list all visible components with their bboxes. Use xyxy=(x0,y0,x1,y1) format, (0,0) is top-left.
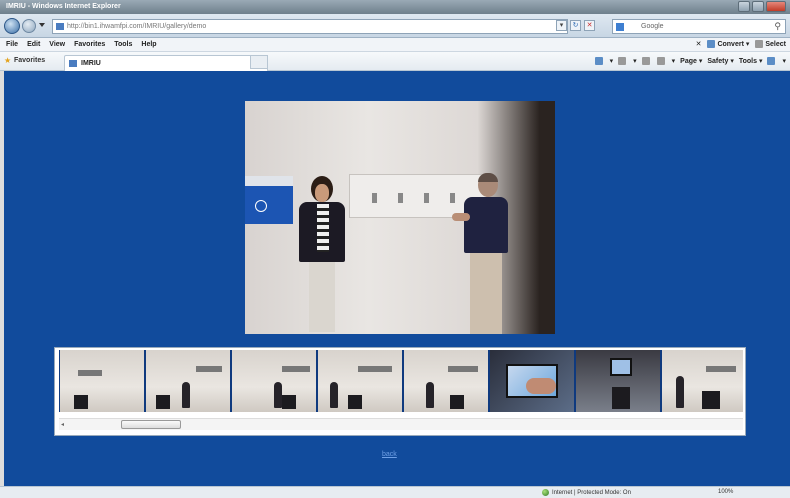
thumbnail-strip xyxy=(59,350,743,412)
tab-favicon-icon xyxy=(69,60,77,67)
person-left xyxy=(297,176,349,334)
thumbnail[interactable] xyxy=(490,350,574,412)
menu-tools[interactable]: Tools xyxy=(114,41,132,48)
history-dropdown-icon[interactable] xyxy=(39,23,45,27)
menu-right-tools: ✕ Convert ▾ Select xyxy=(696,40,786,49)
star-icon[interactable]: ★ xyxy=(4,56,11,65)
command-bar: ▾ ▾ ▾ Page ▾ Safety ▾ Tools ▾ ▾ xyxy=(594,57,786,65)
pdf-convert-icon xyxy=(707,40,716,49)
back-link[interactable]: back xyxy=(382,451,397,458)
refresh-icon[interactable]: ↻ xyxy=(570,20,581,31)
feeds-icon[interactable] xyxy=(618,57,627,65)
home-icon[interactable] xyxy=(594,57,603,65)
stop-icon[interactable]: ✕ xyxy=(584,20,595,31)
security-zone-label: Internet | Protected Mode: On xyxy=(552,489,631,496)
browser-tab[interactable]: IMRIU xyxy=(64,55,268,71)
select-button[interactable]: Select xyxy=(755,40,786,49)
thumbnail[interactable] xyxy=(662,350,743,412)
search-icon[interactable]: ⚲ xyxy=(774,21,781,32)
page-content: ◂ back xyxy=(0,71,790,486)
compatibility-icon[interactable]: ▾ xyxy=(556,20,567,31)
thumbnail[interactable] xyxy=(404,350,488,412)
thumbnail[interactable] xyxy=(576,350,660,412)
menu-edit[interactable]: Edit xyxy=(27,41,40,48)
zoom-level[interactable]: 100% xyxy=(718,489,733,495)
scroll-left-icon[interactable]: ◂ xyxy=(61,421,64,428)
menu-favorites[interactable]: Favorites xyxy=(74,41,105,48)
safety-menu[interactable]: Safety ▾ xyxy=(707,57,733,65)
menu-help[interactable]: Help xyxy=(141,41,156,48)
window-controls xyxy=(738,1,786,12)
window-titlebar: IMRIU - Windows Internet Explorer xyxy=(0,0,790,14)
search-provider-label: Google xyxy=(641,23,664,30)
print-icon[interactable] xyxy=(656,57,665,65)
search-input[interactable]: Google ⚲ xyxy=(612,19,786,34)
window-title: IMRIU - Windows Internet Explorer xyxy=(6,3,121,10)
back-arrow-icon[interactable] xyxy=(4,18,20,34)
select-icon xyxy=(755,40,764,49)
globe-icon xyxy=(542,489,549,496)
help-icon[interactable] xyxy=(767,57,776,65)
address-toolbar: http://bin1.ihwamfpi.com/IMRIU/gallery/d… xyxy=(0,14,790,38)
thumbnail[interactable] xyxy=(146,350,230,412)
search-provider-icon xyxy=(616,23,624,31)
thumbnail-strip-frame: ◂ xyxy=(54,347,746,436)
page-menu[interactable]: Page ▾ xyxy=(680,57,702,65)
favorites-button[interactable]: Favorites xyxy=(14,57,45,64)
mail-icon[interactable] xyxy=(641,57,650,65)
menu-close-icon[interactable]: ✕ xyxy=(696,40,702,48)
close-button[interactable] xyxy=(766,1,786,12)
menu-bar: File Edit View Favorites Tools Help ✕ Co… xyxy=(0,38,790,52)
security-zone: Internet | Protected Mode: On xyxy=(542,489,631,496)
main-photo[interactable] xyxy=(245,101,555,334)
menu-file[interactable]: File xyxy=(6,41,18,48)
thumbnail[interactable] xyxy=(60,350,144,412)
address-text: http://bin1.ihwamfpi.com/IMRIU/gallery/d… xyxy=(67,23,207,30)
thumbnail[interactable] xyxy=(318,350,402,412)
tools-menu[interactable]: Tools ▾ xyxy=(739,57,763,65)
menu-view[interactable]: View xyxy=(49,41,65,48)
status-bar: Internet | Protected Mode: On 100% xyxy=(0,486,790,498)
wall-poster xyxy=(245,176,293,224)
thumbnail-scrollbar[interactable]: ◂ xyxy=(59,418,743,430)
convert-button[interactable]: Convert ▾ xyxy=(707,40,749,49)
maximize-button[interactable] xyxy=(752,1,764,12)
favorites-bar: ★ Favorites IMRIU ▾ ▾ ▾ Page ▾ Safety ▾ … xyxy=(0,52,790,71)
address-input[interactable]: http://bin1.ihwamfpi.com/IMRIU/gallery/d… xyxy=(52,19,568,34)
new-tab-button[interactable] xyxy=(250,55,268,69)
address-tools: ▾ ↻ ✕ xyxy=(556,20,595,31)
scrollbar-thumb[interactable] xyxy=(121,420,181,429)
thumbnail[interactable] xyxy=(232,350,316,412)
page-favicon-icon xyxy=(56,23,64,30)
minimize-button[interactable] xyxy=(738,1,750,12)
forward-arrow-icon[interactable] xyxy=(22,19,36,33)
tab-title: IMRIU xyxy=(81,60,101,67)
person-right xyxy=(452,173,518,334)
